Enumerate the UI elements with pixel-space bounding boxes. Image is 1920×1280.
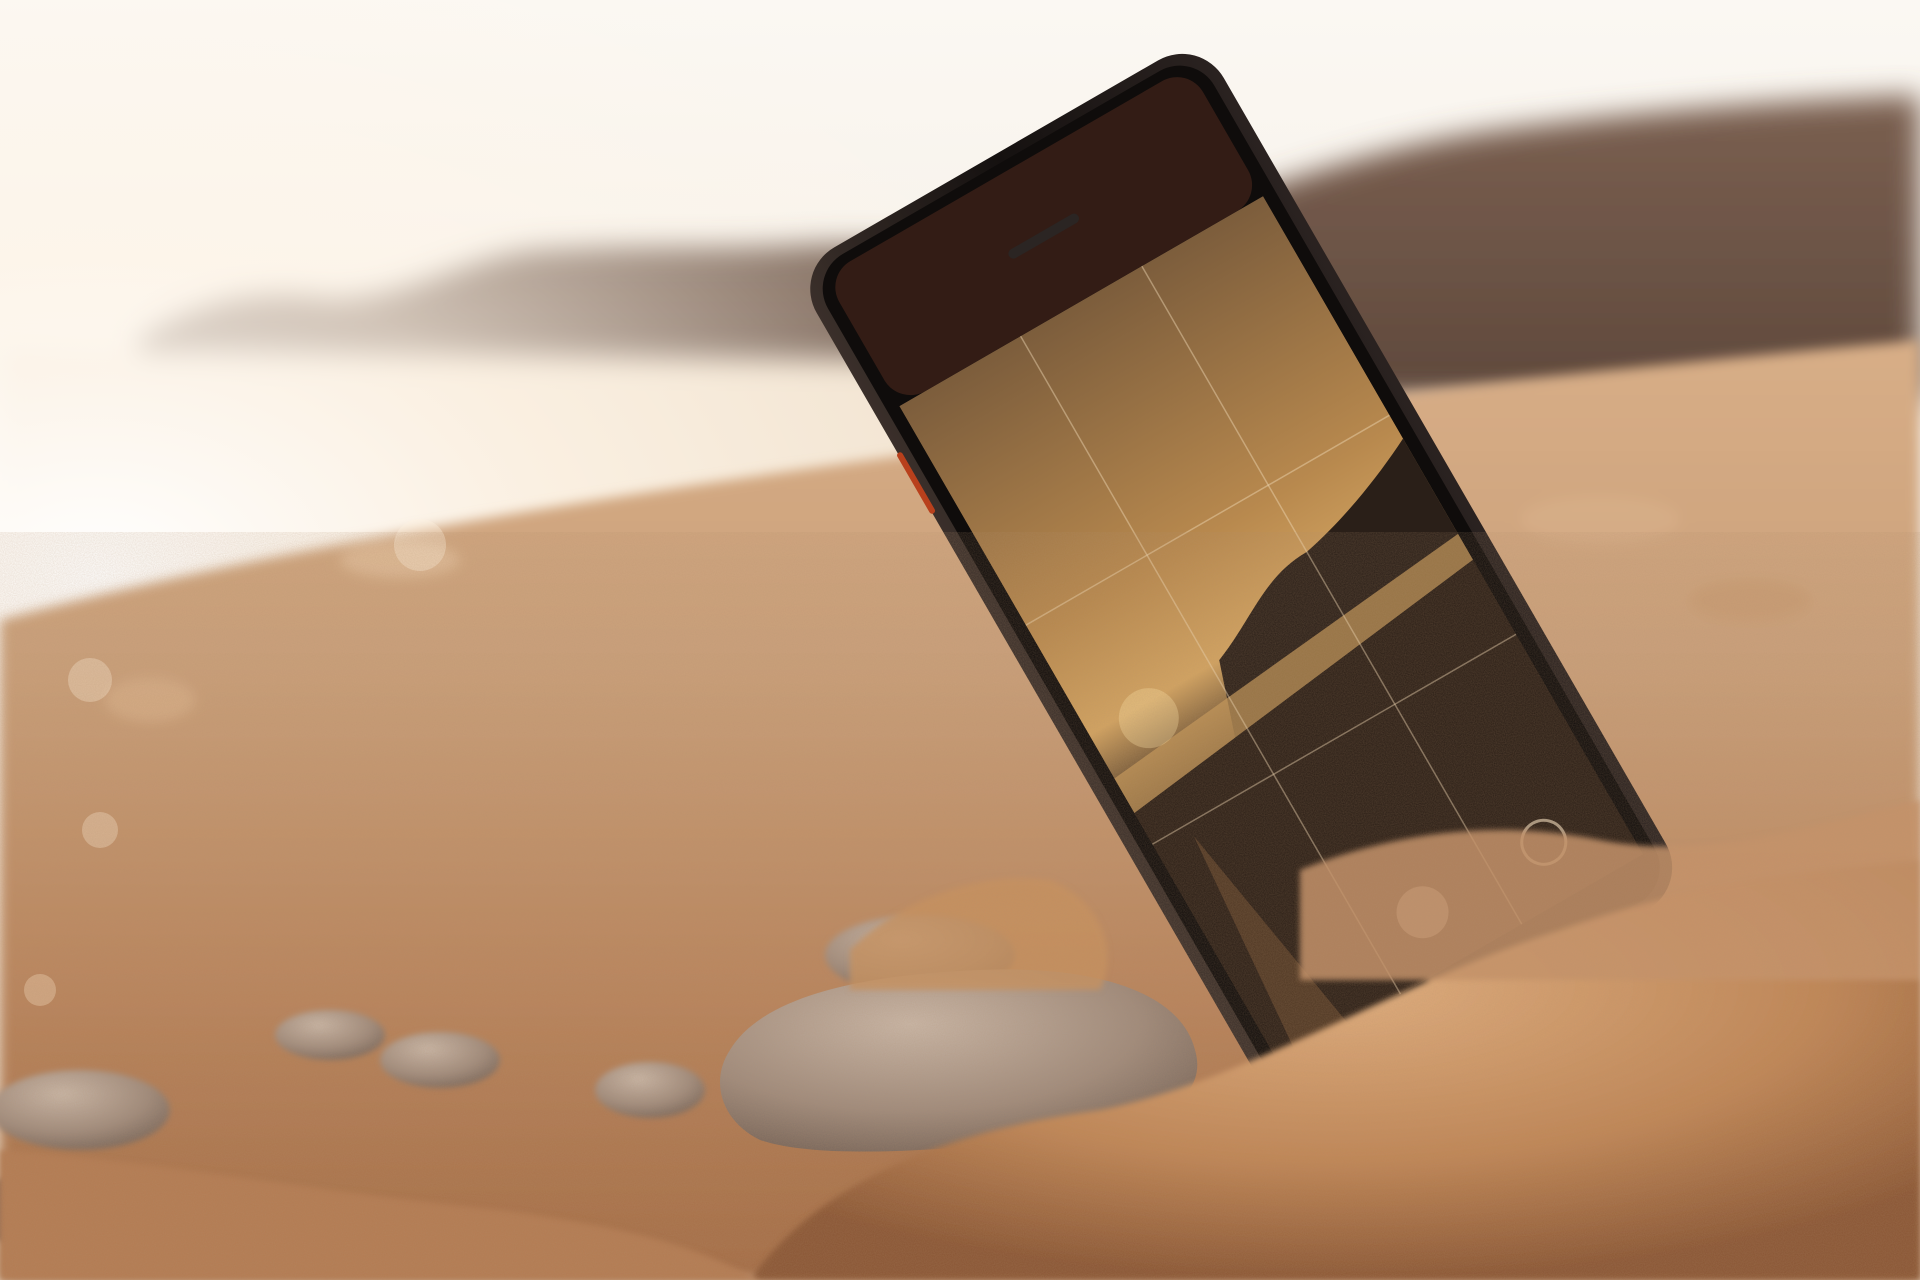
sand-grain-texture: [0, 600, 1920, 1280]
beach-scene: [0, 0, 1920, 1280]
